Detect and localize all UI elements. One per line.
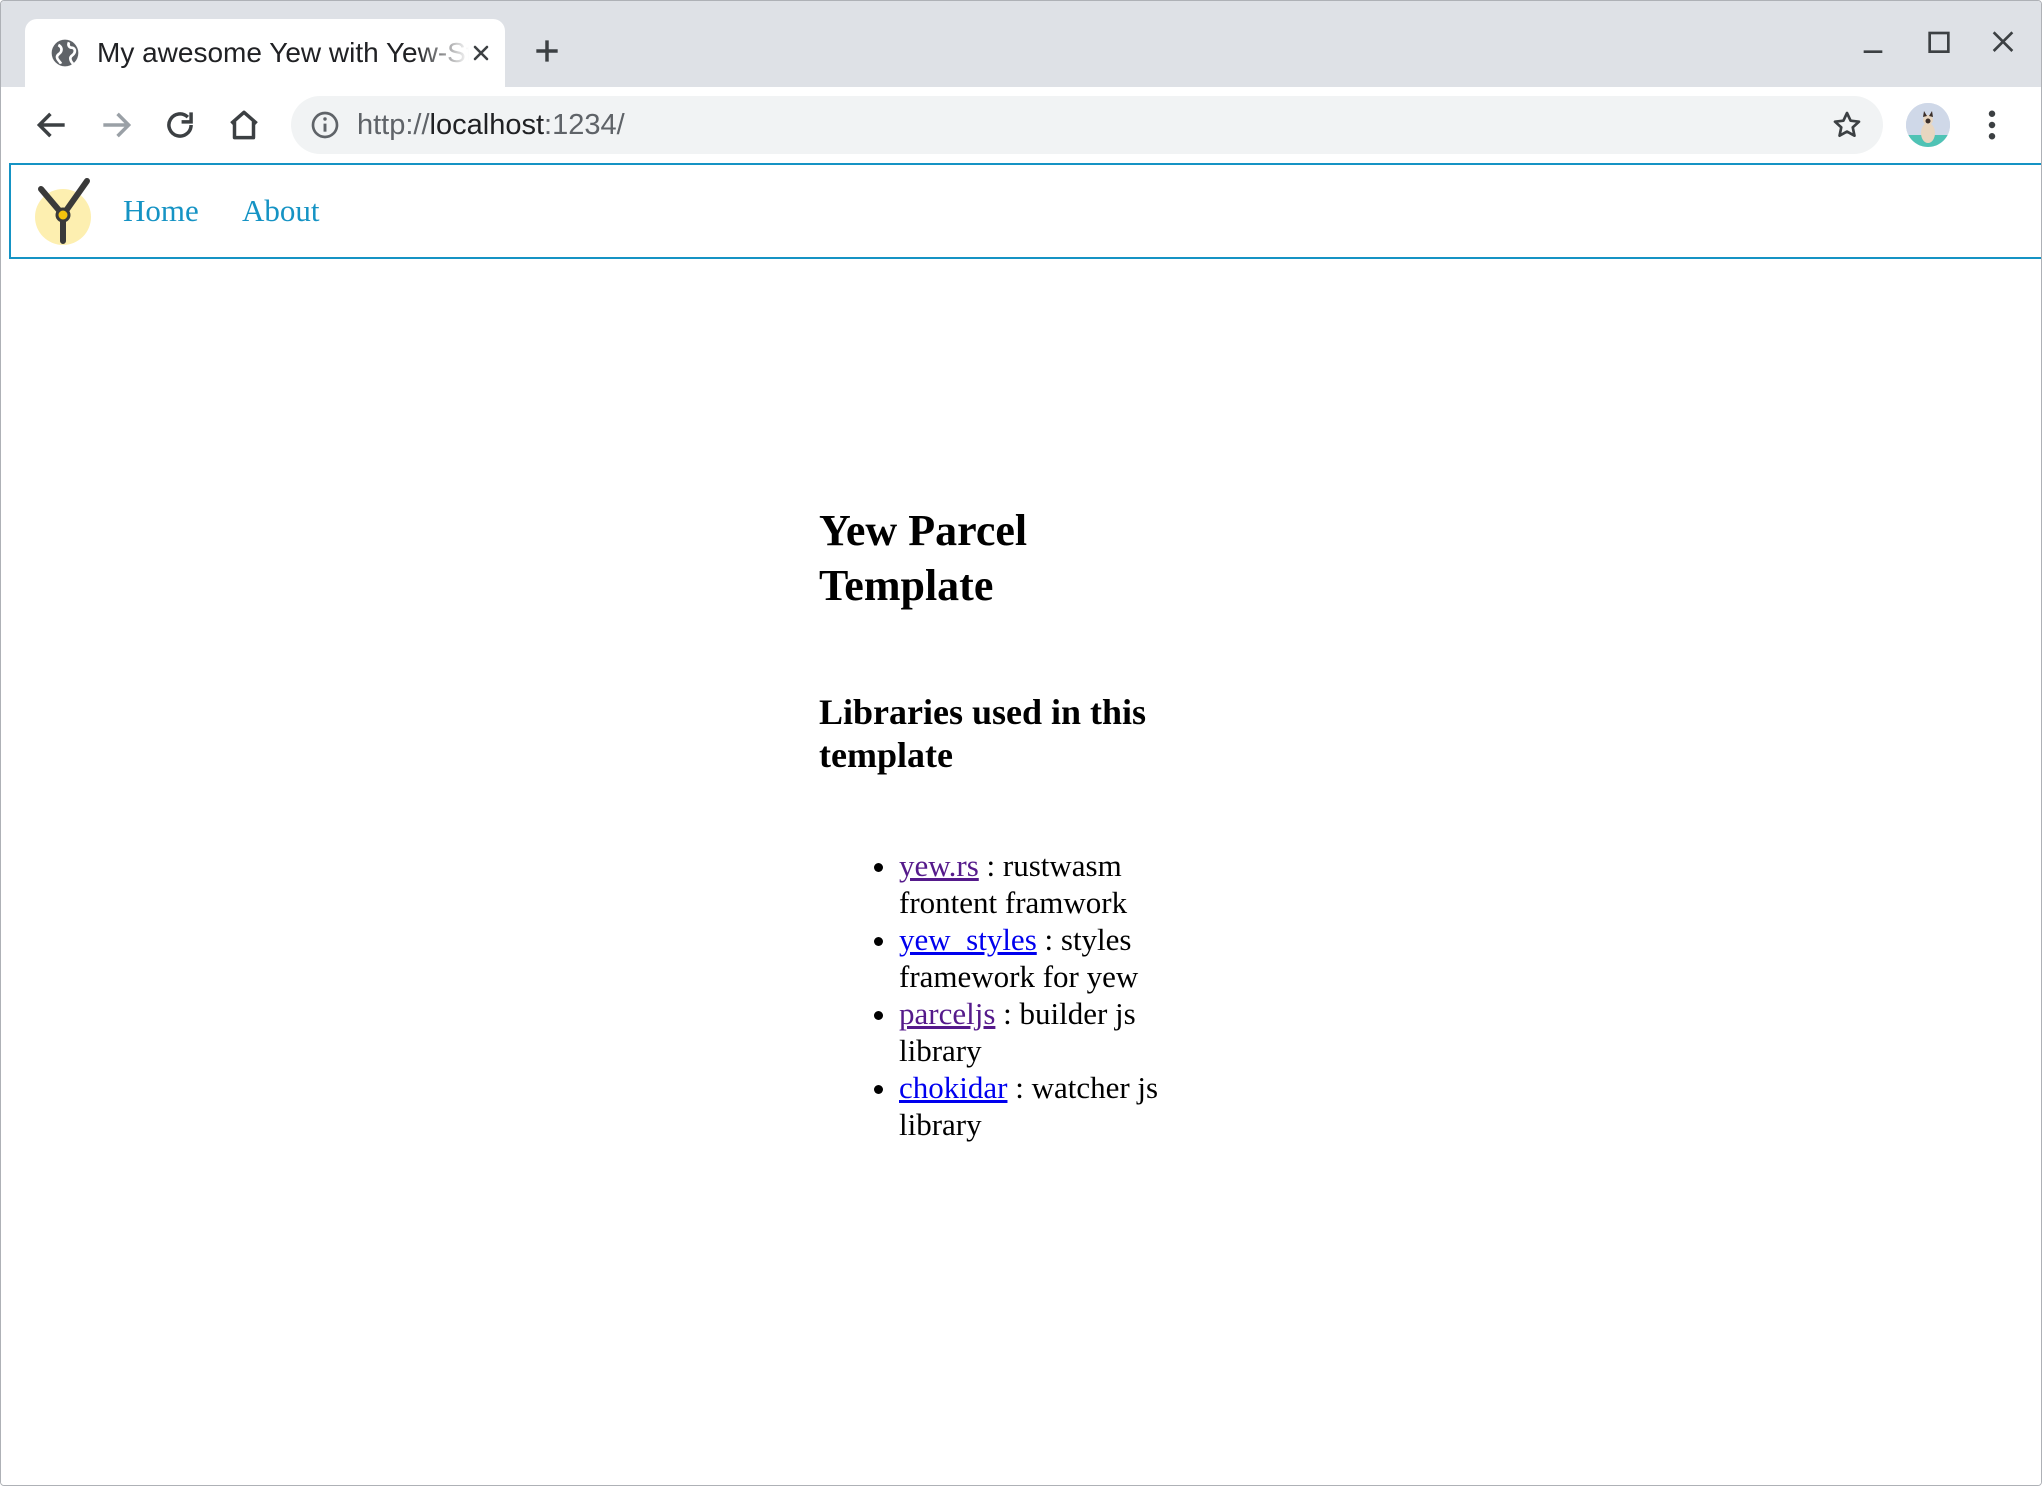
library-list: yew.rs : rustwasm frontent framwork yew_… bbox=[819, 847, 1189, 1143]
list-item: parceljs : builder js library bbox=[899, 995, 1189, 1069]
active-tab[interactable]: My awesome Yew with Yew-Styles and Parce… bbox=[25, 19, 505, 87]
yew-logo-icon[interactable] bbox=[33, 175, 103, 245]
url-host: localhost bbox=[429, 109, 545, 141]
arrow-left-icon[interactable] bbox=[33, 106, 71, 144]
globe-icon bbox=[51, 39, 79, 67]
list-item: yew_styles : styles framework for yew bbox=[899, 921, 1189, 995]
browser-toolbar: http://localhost:1234/ bbox=[1, 87, 2041, 164]
list-item: yew.rs : rustwasm frontent framwork bbox=[899, 847, 1189, 921]
window-close-icon[interactable] bbox=[1987, 27, 2019, 59]
tab-title: My awesome Yew with Yew-Styles and Parce… bbox=[97, 37, 469, 68]
arrow-right-icon[interactable] bbox=[97, 106, 135, 144]
address-bar[interactable]: http://localhost:1234/ bbox=[291, 96, 1883, 154]
library-link-yew-styles[interactable]: yew_styles bbox=[899, 922, 1037, 957]
plus-icon[interactable] bbox=[531, 35, 563, 67]
url-scheme: http:// bbox=[357, 109, 430, 141]
url-rest: :1234/ bbox=[544, 109, 625, 141]
url-text[interactable]: http://localhost:1234/ bbox=[357, 108, 625, 142]
main-content: Yew Parcel Template Libraries used in th… bbox=[819, 503, 1189, 1143]
library-link-yew[interactable]: yew.rs bbox=[899, 848, 979, 883]
tab-strip: My awesome Yew with Yew-Styles and Parce… bbox=[1, 1, 2041, 87]
home-icon[interactable] bbox=[225, 106, 263, 144]
browser-window: My awesome Yew with Yew-Styles and Parce… bbox=[0, 0, 2042, 1486]
page-title: Yew Parcel Template bbox=[819, 506, 1028, 610]
list-item: chokidar : watcher js library bbox=[899, 1069, 1189, 1143]
navbar: Home About bbox=[9, 163, 2041, 259]
library-link-chokidar[interactable]: chokidar bbox=[899, 1070, 1007, 1105]
nav-link-about[interactable]: About bbox=[242, 193, 320, 229]
reload-icon[interactable] bbox=[161, 106, 199, 144]
minimize-icon[interactable] bbox=[1857, 29, 1889, 61]
page-subtitle: Libraries used in this template bbox=[819, 692, 1147, 775]
profile-avatar[interactable] bbox=[1906, 103, 1950, 147]
info-icon[interactable] bbox=[309, 109, 341, 141]
nav-link-home[interactable]: Home bbox=[123, 193, 199, 229]
avatar-image bbox=[1906, 103, 1950, 147]
kebab-menu-icon[interactable] bbox=[1977, 105, 2007, 145]
library-link-parceljs[interactable]: parceljs bbox=[899, 996, 995, 1031]
star-icon[interactable] bbox=[1831, 109, 1863, 141]
page-viewport: Home About Yew Parcel Template Libraries… bbox=[1, 163, 2041, 1485]
close-icon[interactable] bbox=[469, 41, 493, 65]
maximize-icon[interactable] bbox=[1923, 29, 1955, 61]
